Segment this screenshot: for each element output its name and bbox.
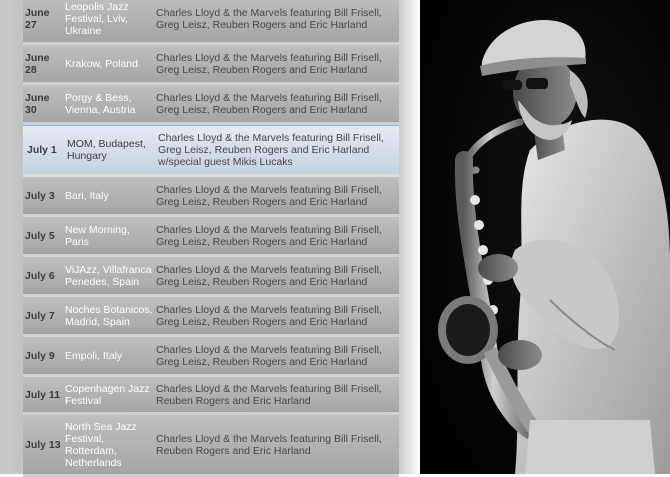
tour-dates-table: June 27 Leopolis Jazz Festival, Lviv, Uk… (23, 0, 399, 477)
tour-date: July 5 (25, 229, 55, 242)
tour-lineup: Charles Lloyd & the Marvels featuring Bi… (156, 382, 382, 407)
tour-lineup: Charles Lloyd & the Marvels featuring Bi… (156, 223, 382, 248)
table-row: July 7 Noches Botanicos, Madrid, Spain C… (23, 297, 399, 337)
tour-date: July 9 (25, 349, 55, 362)
tour-venue: North Sea Jazz Festival, Rotterdam, Neth… (65, 420, 137, 469)
tour-date: June 27 (25, 7, 50, 31)
table-row: June 30 Porgy & Bess, Vienna, Austria Ch… (23, 85, 399, 125)
tour-lineup: Charles Lloyd & the Marvels featuring Bi… (156, 343, 382, 368)
tour-lineup: Charles Lloyd & the Marvels featuring Bi… (156, 432, 382, 457)
tour-venue: Porgy & Bess, Vienna, Austria (65, 91, 136, 116)
tour-venue: Krakow, Poland (65, 57, 138, 70)
tour-lineup: Charles Lloyd & the Marvels featuring Bi… (156, 51, 382, 76)
tour-date: July 11 (25, 388, 61, 401)
tour-venue: Leopolis Jazz Festival, Lviv, Ukraine (65, 1, 129, 37)
tour-date: July 6 (25, 269, 55, 282)
tour-venue: MOM, Budapest, Hungary (67, 138, 146, 162)
tour-lineup: Charles Lloyd & the Marvels featuring Bi… (156, 91, 382, 116)
tour-date: July 7 (25, 309, 55, 322)
table-row: July 13 North Sea Jazz Festival, Rotterd… (23, 415, 399, 477)
table-row: June 27 Leopolis Jazz Festival, Lviv, Uk… (23, 0, 399, 45)
table-row: July 3 Bari, Italy Charles Lloyd & the M… (23, 177, 399, 217)
tour-date: July 13 (25, 438, 61, 451)
table-row: July 6 ViJAzz, Villafranca Penedes, Spai… (23, 257, 399, 297)
tour-lineup: Charles Lloyd & the Marvels featuring Bi… (156, 263, 382, 288)
tour-lineup: Charles Lloyd & the Marvels featuring Bi… (156, 183, 382, 208)
tour-venue: Empoli, Italy (65, 349, 123, 362)
tour-date: June 30 (25, 91, 50, 116)
table-row: June 28 Krakow, Poland Charles Lloyd & t… (23, 45, 399, 85)
table-row-highlighted: July 1 MOM, Budapest, Hungary Charles Ll… (23, 125, 399, 177)
table-row: July 5 New Morning, Paris Charles Lloyd … (23, 217, 399, 257)
tour-venue: Bari, Italy (65, 189, 109, 202)
tour-venue: ViJAzz, Villafranca Penedes, Spain (65, 263, 152, 288)
tour-lineup: Charles Lloyd & the Marvels featuring Bi… (158, 132, 384, 168)
saxophonist-photo (420, 0, 670, 474)
tour-date: July 1 (27, 144, 57, 156)
tour-venue: Copenhagen Jazz Festival (65, 382, 150, 407)
table-row: July 9 Empoli, Italy Charles Lloyd & the… (23, 337, 399, 377)
tour-venue: New Morning, Paris (65, 223, 130, 248)
tour-lineup: Charles Lloyd & the Marvels featuring Bi… (156, 7, 382, 31)
tour-venue: Noches Botanicos, Madrid, Spain (65, 303, 153, 328)
tour-date: July 3 (25, 189, 55, 202)
tour-date: June 28 (25, 51, 50, 76)
saxophonist-illustration (420, 0, 670, 474)
table-row: July 11 Copenhagen Jazz Festival Charles… (23, 377, 399, 415)
tour-lineup: Charles Lloyd & the Marvels featuring Bi… (156, 303, 382, 328)
